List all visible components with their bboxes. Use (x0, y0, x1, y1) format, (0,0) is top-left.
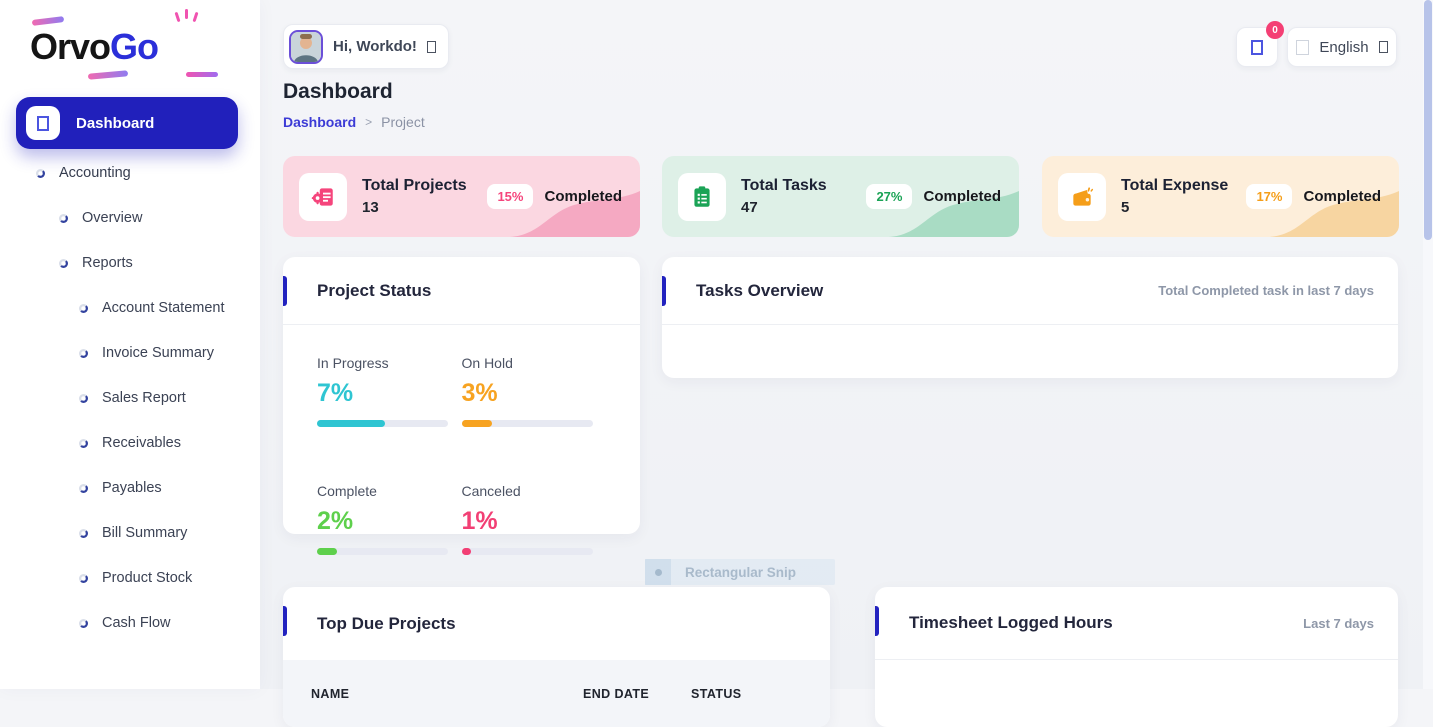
stat-value: 13 (362, 199, 379, 216)
sidebar-item-reports[interactable]: Reports (0, 253, 260, 274)
stat-percent-badge: 27% (866, 184, 913, 209)
card-subtitle: Total Completed task in last 7 days (1158, 283, 1374, 298)
sidebar-item-payables[interactable]: Payables (0, 478, 260, 499)
stat-title: Total Expense (1121, 177, 1229, 194)
sidebar-item-account-statement[interactable]: Account Statement (0, 298, 260, 319)
bullet-loader-icon (79, 574, 88, 583)
sidebar-item-overview[interactable]: Overview (0, 208, 260, 229)
bullet-loader-icon (59, 214, 68, 223)
bullet-loader-icon (79, 529, 88, 538)
project-status-card: Project Status In Progress 7% On Hold 3%… (283, 257, 640, 555)
sidebar-item-label: Dashboard (76, 114, 155, 132)
sidebar-item-sales-report[interactable]: Sales Report (0, 388, 260, 409)
stat-title: Total Projects (362, 177, 467, 194)
dashboard-icon (26, 106, 60, 140)
breadcrumb-dashboard-link[interactable]: Dashboard (283, 114, 356, 130)
sidebar-item-cash-flow[interactable]: Cash Flow (0, 613, 260, 634)
stat-title: Total Tasks (741, 177, 827, 194)
card-accent-bar (283, 276, 287, 306)
brand-name: OrvoGo (30, 26, 159, 67)
card-title: Tasks Overview (696, 280, 824, 300)
notification-icon (1251, 39, 1263, 55)
flag-placeholder-icon (1296, 39, 1310, 55)
breadcrumb-separator: > (365, 115, 373, 129)
stat-completed-label: Completed (923, 188, 1001, 205)
bullet-loader-icon (59, 259, 68, 268)
tasks-overview-card: Tasks Overview Total Completed task in l… (662, 257, 1398, 378)
breadcrumb: Dashboard > Project (283, 114, 425, 130)
language-selector[interactable]: English (1287, 27, 1397, 67)
sidebar-item-dashboard[interactable]: Dashboard (16, 97, 238, 149)
sidebar-item-accounting[interactable]: Accounting (0, 163, 260, 184)
card-subtitle: Last 7 days (1303, 615, 1374, 631)
breadcrumb-current: Project (381, 114, 425, 130)
sidebar: OrvoGo Dashboard Accounting Overview Rep… (0, 0, 260, 689)
sidebar-item-product-stock[interactable]: Product Stock (0, 568, 260, 589)
status-percent: 2% (317, 507, 354, 535)
rectangular-snip-tooltip: Rectangular Snip (645, 559, 835, 585)
sidebar-item-receivables[interactable]: Receivables (0, 433, 260, 454)
logo-sparkle-icon (185, 9, 188, 19)
language-label: English (1319, 38, 1369, 56)
progress-bar (461, 548, 593, 555)
card-title: Timesheet Logged Hours (909, 613, 1113, 632)
card-title: Project Status (317, 280, 432, 300)
user-menu-button[interactable]: Hi, Workdo! (283, 24, 449, 69)
bullet-loader-icon (79, 349, 88, 358)
card-accent-bar (875, 606, 879, 636)
card-title: Top Due Projects (317, 613, 456, 633)
bullet-loader-icon (79, 484, 88, 493)
sidebar-nav: Accounting Overview Reports Account Stat… (0, 163, 260, 634)
notification-badge: 0 (1266, 21, 1284, 39)
status-percent: 3% (461, 379, 498, 407)
snip-dot-icon (645, 559, 671, 585)
page-title: Dashboard (283, 80, 393, 103)
bullet-loader-icon (79, 394, 88, 403)
sidebar-item-invoice-summary[interactable]: Invoice Summary (0, 343, 260, 364)
chevron-down-icon (1378, 41, 1388, 53)
table-header-row: NAME END DATE STATUS (283, 660, 830, 727)
projects-icon (299, 172, 347, 221)
status-canceled: Canceled 1% (461, 483, 607, 555)
stat-completed-label: Completed (1303, 188, 1381, 205)
bullet-loader-icon (36, 169, 45, 178)
card-accent-bar (662, 276, 666, 306)
progress-bar (317, 420, 448, 427)
stat-card-total-projects: Total Projects 13 15% Completed (283, 156, 640, 237)
top-due-projects-card: Top Due Projects NAME END DATE STATUS (283, 587, 830, 727)
logo-underline-icon (186, 72, 218, 77)
bullet-loader-icon (79, 304, 88, 313)
scrollbar-track[interactable] (1423, 0, 1433, 689)
stat-percent-badge: 17% (1246, 184, 1293, 209)
stat-card-total-tasks: Total Tasks 47 27% Completed (662, 156, 1019, 237)
stat-card-total-expense: Total Expense 5 17% Completed (1042, 156, 1399, 237)
avatar (289, 29, 323, 64)
progress-bar (317, 548, 448, 555)
stat-value: 47 (741, 199, 758, 216)
scrollbar-thumb[interactable] (1424, 0, 1432, 240)
chevron-down-icon (426, 40, 436, 53)
stat-value: 5 (1121, 199, 1130, 216)
progress-bar (461, 420, 593, 427)
bullet-loader-icon (79, 439, 88, 448)
tasks-icon (678, 172, 726, 221)
brand-logo[interactable]: OrvoGo (30, 9, 230, 80)
card-accent-bar (283, 606, 287, 636)
sidebar-item-bill-summary[interactable]: Bill Summary (0, 523, 260, 544)
status-on-hold: On Hold 3% (461, 355, 607, 427)
stat-percent-badge: 15% (487, 184, 534, 209)
status-percent: 7% (317, 379, 354, 407)
stat-completed-label: Completed (544, 188, 622, 205)
status-percent: 1% (461, 507, 498, 535)
wallet-icon (1058, 172, 1106, 221)
timesheet-card: Timesheet Logged Hours Last 7 days (875, 587, 1398, 727)
notifications-button[interactable]: 0 (1236, 21, 1284, 67)
status-complete: Complete 2% (317, 483, 462, 555)
bullet-loader-icon (79, 619, 88, 628)
status-in-progress: In Progress 7% (317, 355, 462, 427)
header-actions: 0 English (1236, 21, 1397, 67)
user-greeting: Hi, Workdo! (333, 38, 417, 55)
